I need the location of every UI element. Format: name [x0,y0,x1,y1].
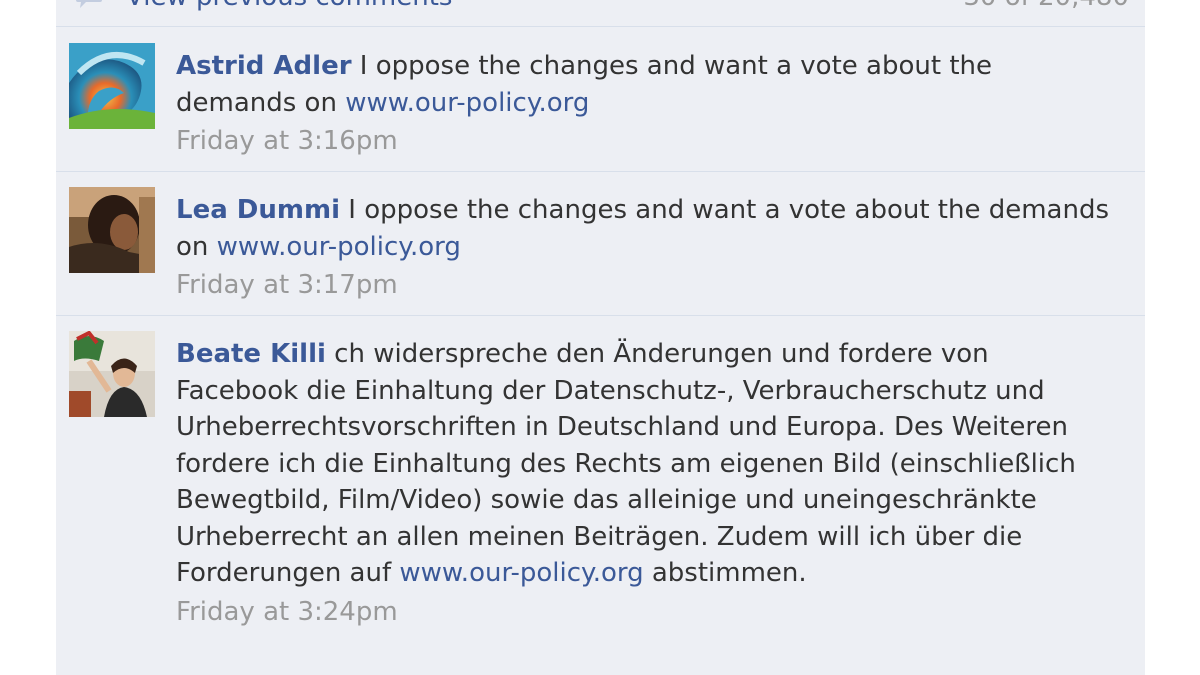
comment-item: Astrid Adler I oppose the changes and wa… [56,28,1145,172]
comment-bubble-icon [74,0,110,8]
comment-author-link[interactable]: Beate Killi [176,339,326,369]
comments-panel: View previous comments 30 of 20,480 [56,0,1145,675]
comment-message-end: abstimmen. [643,558,807,588]
comment-text: Beate Killi ch widerspreche den Änderung… [176,336,1116,632]
view-previous-comments-link[interactable]: View previous comments [126,0,452,10]
comment-author-link[interactable]: Astrid Adler [176,51,352,81]
comment-timestamp[interactable]: Friday at 3:16pm [176,121,1116,161]
comment-author-link[interactable]: Lea Dummi [176,195,340,225]
comment-text: Lea Dummi I oppose the changes and want … [176,192,1116,305]
comment-text: Astrid Adler I oppose the changes and wa… [176,48,1116,161]
comment-item: Beate Killi ch widerspreche den Änderung… [56,316,1145,675]
comment-url-link[interactable]: www.our-policy.org [345,88,589,118]
comment-message: ch widerspreche den Änderungen und forde… [176,339,1076,588]
comment-url-link[interactable]: www.our-policy.org [217,232,461,262]
comment-timestamp[interactable]: Friday at 3:24pm [176,592,1116,632]
comment-url-link[interactable]: www.our-policy.org [399,558,643,588]
view-previous-comments-bar: View previous comments 30 of 20,480 [56,0,1145,27]
avatar[interactable] [69,43,155,129]
comment-timestamp[interactable]: Friday at 3:17pm [176,265,1116,305]
avatar[interactable] [69,331,155,417]
comment-count: 30 of 20,480 [963,0,1129,10]
comment-item: Lea Dummi I oppose the changes and want … [56,172,1145,316]
avatar[interactable] [69,187,155,273]
